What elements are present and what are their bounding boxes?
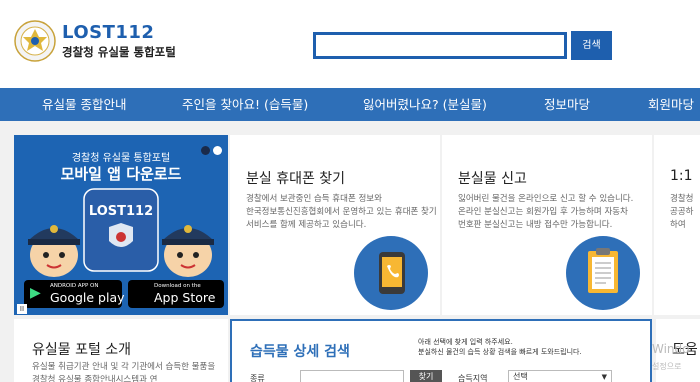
header: LOST112 경찰청 유실물 통합포털 검색: [0, 0, 700, 88]
google-play-button[interactable]: ▶ ANDROID APP ON Google play: [24, 280, 125, 308]
search-note-line: 분실하신 물건의 습득 상황 검색을 빠르게 도와드립니다.: [418, 348, 582, 356]
nav-item-lost[interactable]: 잃어버렸나요? (분실물): [363, 88, 487, 121]
find-button[interactable]: 찾기: [410, 370, 442, 382]
section-title: 습득물 상세 검색: [250, 344, 350, 360]
card-phone-search[interactable]: 분실 휴대폰 찾기 경찰에서 보관중인 습득 휴대폰 정보와 한국정보통신진흥협…: [230, 135, 440, 315]
section-desc: 유실물 취급기관 안내 및 각 기관에서 습득한 물품을 경찰청 유실물 종합안…: [32, 362, 216, 382]
section-title[interactable]: 유실물 포털 소개: [32, 339, 131, 359]
main-nav: 유실물 종합안내 주인을 찾아요! (습득물) 잃어버렸나요? (분실물) 정보…: [0, 88, 700, 121]
phone-icon[interactable]: [354, 236, 428, 310]
os-activation-watermark-sub: 설정으로: [652, 362, 682, 371]
card-desc: 잃어버린 물건을 온라인으로 신고 할 수 있습니다. 온라인 분실신고는 회원…: [458, 194, 634, 230]
card-title[interactable]: 분실 휴대폰 찾기: [246, 168, 345, 188]
chevron-down-icon: ▼: [601, 373, 607, 381]
search-button[interactable]: 검색: [571, 31, 612, 60]
police-mascots-illustration: LOST112: [28, 188, 214, 277]
kind-input[interactable]: [300, 370, 404, 382]
banner-title: 모바일 앱 다운로드: [60, 165, 182, 183]
region-label: 습득지역: [458, 374, 488, 382]
site-logo-title[interactable]: LOST112: [62, 22, 154, 43]
card-title[interactable]: 분실물 신고: [458, 168, 527, 188]
police-emblem-icon[interactable]: [14, 20, 56, 62]
app-download-banner[interactable]: 경찰청 유실물 통합포털 모바일 앱 다운로드 LOST112 ▶ ANDROI…: [14, 135, 228, 315]
document-icon[interactable]: [566, 236, 640, 310]
card-desc: 경찰에서 보관중인 습득 휴대폰 정보와 한국정보통신진흥협회에서 운영하고 있…: [246, 194, 437, 230]
card-lost-report[interactable]: 분실물 신고 잃어버린 물건을 온라인으로 신고 할 수 있습니다. 온라인 분…: [442, 135, 652, 315]
search-note-line: 아래 선택에 찾게 입력 하주세요.: [418, 338, 513, 346]
card-inquiry[interactable]: 1:1 경찰청 공공하 하여: [654, 135, 700, 315]
nav-item-info[interactable]: 정보마당: [544, 88, 590, 121]
card-desc: 경찰청 공공하 하여: [670, 194, 694, 230]
nav-item-found[interactable]: 주인을 찾아요! (습득물): [182, 88, 308, 121]
search-input[interactable]: [313, 32, 567, 59]
google-play-small-label: ANDROID APP ON: [50, 283, 99, 289]
google-play-icon: ▶: [30, 285, 41, 301]
content-area: 경찰청 유실물 통합포털 모바일 앱 다운로드 LOST112 ▶ ANDROI…: [0, 121, 700, 382]
google-play-label: Google play: [50, 290, 125, 305]
banner-badge-text: LOST112: [89, 204, 153, 219]
carousel-pause-button[interactable]: II: [17, 304, 27, 314]
site-logo-subtitle: 경찰청 유실물 통합포털: [62, 45, 176, 59]
kind-label: 종류: [250, 374, 265, 382]
nav-item-guide[interactable]: 유실물 종합안내: [42, 88, 126, 121]
portal-intro-section: 유실물 포털 소개 유실물 취급기관 안내 및 각 기관에서 습득한 물품을 경…: [14, 319, 228, 382]
app-store-small-label: Download on the: [154, 283, 201, 289]
detail-search-section: 습득물 상세 검색 아래 선택에 찾게 입력 하주세요. 분실하신 물건의 습득…: [230, 319, 652, 382]
app-store-label: App Store: [154, 290, 216, 305]
card-title[interactable]: 1:1: [670, 168, 693, 184]
os-activation-watermark: Windo: [652, 342, 690, 356]
banner-subtitle: 경찰청 유실물 통합포털: [71, 153, 171, 164]
app-store-button[interactable]: Download on the App Store: [128, 280, 224, 308]
nav-item-member[interactable]: 회원마당: [648, 88, 694, 121]
region-select-value: 선택: [513, 372, 528, 381]
region-select[interactable]: 선택 ▼: [508, 370, 612, 382]
search-note: 아래 선택에 찾게 입력 하주세요. 분실하신 물건의 습득 상황 검색을 빠르…: [418, 337, 582, 357]
